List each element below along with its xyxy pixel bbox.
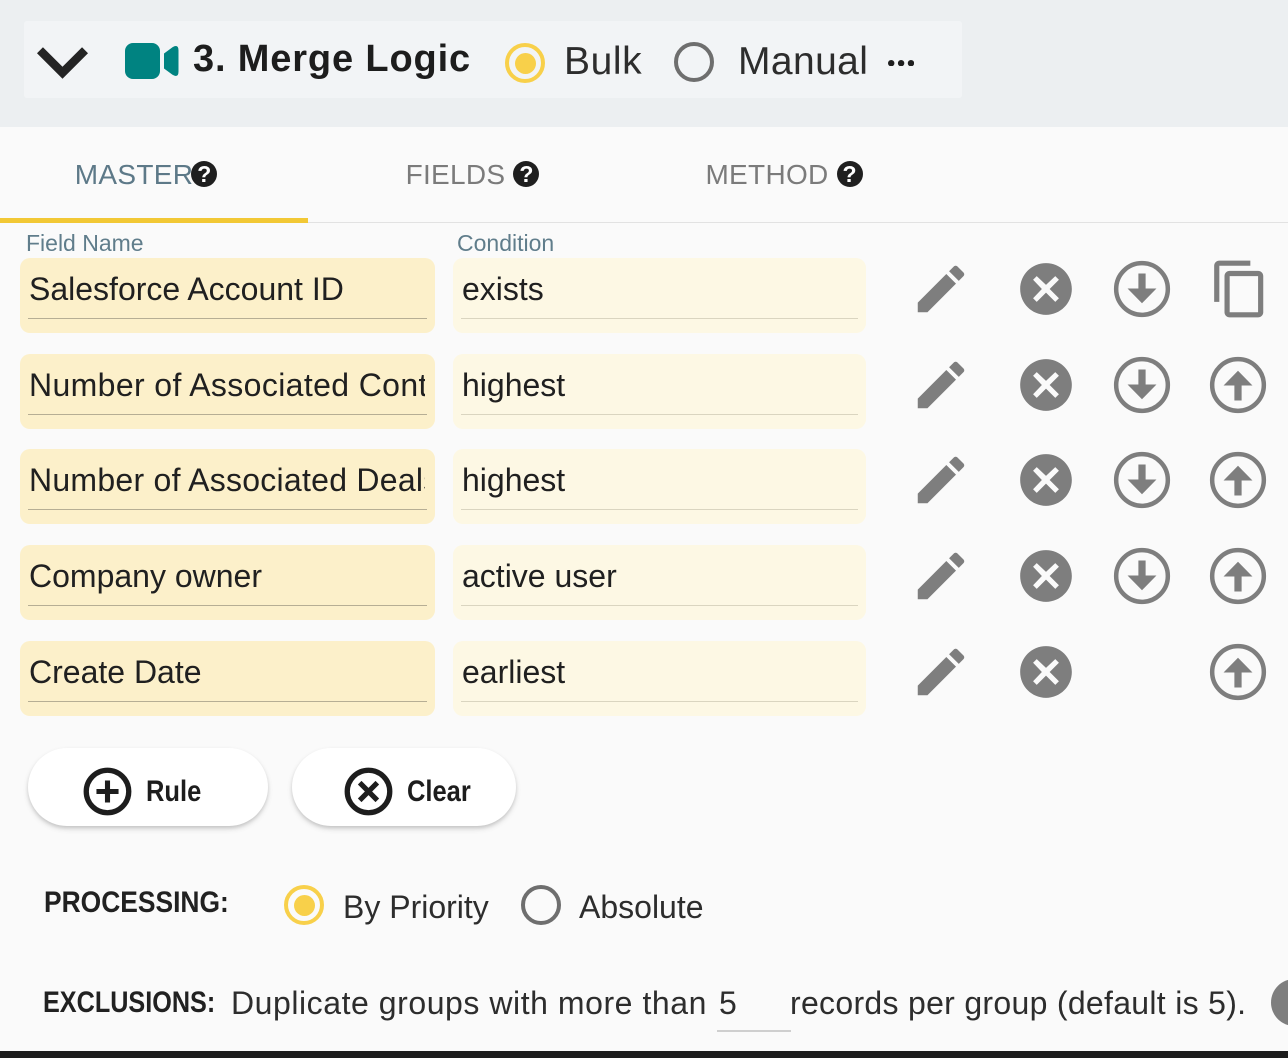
- bulk-radio-label[interactable]: Bulk: [564, 40, 642, 84]
- field-name-input[interactable]: Salesforce Account ID: [20, 258, 435, 333]
- field-name-value: Number of Associated Contacts: [29, 367, 425, 404]
- condition-value: highest: [462, 462, 856, 499]
- by-priority-label[interactable]: By Priority: [343, 887, 489, 928]
- remove-rule-icon[interactable]: [1015, 354, 1077, 416]
- exclusions-input-underline: [717, 1030, 791, 1032]
- field-name-input[interactable]: Create Date: [20, 641, 435, 716]
- condition-input[interactable]: active user: [453, 545, 866, 620]
- active-tab-underline: [0, 218, 308, 223]
- x-circle-icon: [343, 766, 394, 817]
- exclusions-help-icon[interactable]: [1271, 979, 1288, 1026]
- processing-label: PROCESSING:: [44, 886, 229, 920]
- move-rule-down-icon[interactable]: [1111, 545, 1173, 607]
- video-tutorial-icon[interactable]: [125, 43, 179, 79]
- remove-rule-icon[interactable]: [1015, 258, 1077, 320]
- remove-rule-icon[interactable]: [1015, 449, 1077, 511]
- add-rule-label: Rule: [146, 775, 201, 809]
- clear-rules-button[interactable]: Clear: [292, 748, 516, 826]
- condition-value: earliest: [462, 654, 856, 691]
- rule-row: Number of Associated Deals highest: [0, 449, 1288, 524]
- exclusions-count-value: 5: [717, 985, 791, 1022]
- move-rule-down-icon[interactable]: [1111, 258, 1173, 320]
- edit-rule-icon[interactable]: [910, 354, 972, 416]
- manual-radio[interactable]: [674, 42, 714, 82]
- next-section-divider: [0, 1051, 1288, 1058]
- edit-rule-icon[interactable]: [910, 258, 972, 320]
- edit-rule-icon[interactable]: [910, 641, 972, 703]
- condition-value: active user: [462, 558, 856, 595]
- collapse-chevron-icon[interactable]: [37, 47, 88, 79]
- add-rule-button[interactable]: Rule: [28, 748, 268, 826]
- field-name-input[interactable]: Number of Associated Deals: [20, 449, 435, 524]
- remove-rule-icon[interactable]: [1015, 545, 1077, 607]
- condition-input[interactable]: highest: [453, 354, 866, 429]
- edit-rule-icon[interactable]: [910, 545, 972, 607]
- column-header-condition: Condition: [457, 230, 554, 257]
- move-rule-up-icon[interactable]: [1207, 641, 1269, 703]
- remove-rule-icon[interactable]: [1015, 641, 1077, 703]
- exclusions-count-input[interactable]: 5: [717, 985, 791, 1022]
- input-underline: [28, 509, 427, 510]
- move-rule-down-icon[interactable]: [1111, 449, 1173, 511]
- manual-radio-label[interactable]: Manual: [738, 40, 868, 84]
- input-underline: [461, 605, 858, 606]
- input-underline: [461, 701, 858, 702]
- by-priority-radio[interactable]: [284, 885, 324, 925]
- condition-value: highest: [462, 367, 856, 404]
- clear-rules-label: Clear: [407, 775, 471, 809]
- exclusions-text-after: records per group (default is 5).: [790, 985, 1246, 1022]
- move-rule-up-icon[interactable]: [1207, 545, 1269, 607]
- merge-logic-panel: 3. Merge Logic Bulk Manual MASTER? FIELD…: [0, 0, 1288, 1058]
- input-underline: [461, 414, 858, 415]
- column-header-field-name: Field Name: [26, 230, 144, 257]
- absolute-label[interactable]: Absolute: [579, 887, 704, 928]
- absolute-radio[interactable]: [521, 885, 561, 925]
- duplicate-rule-icon[interactable]: [1209, 258, 1271, 320]
- rule-row: Create Date earliest: [0, 641, 1288, 716]
- input-underline: [461, 318, 858, 319]
- method-help-icon[interactable]: ?: [837, 161, 863, 187]
- field-name-value: Company owner: [29, 558, 425, 595]
- input-underline: [28, 701, 427, 702]
- more-options-icon[interactable]: [888, 60, 914, 66]
- field-name-input[interactable]: Company owner: [20, 545, 435, 620]
- field-name-value: Salesforce Account ID: [29, 271, 425, 308]
- input-underline: [28, 318, 427, 319]
- move-rule-down-icon[interactable]: [1111, 354, 1173, 416]
- tab-master-label: MASTER: [75, 159, 193, 191]
- field-name-value: Create Date: [29, 654, 425, 691]
- condition-input[interactable]: earliest: [453, 641, 866, 716]
- tab-master[interactable]: MASTER?: [0, 127, 308, 223]
- bulk-radio[interactable]: [505, 43, 545, 83]
- move-rule-up-icon[interactable]: [1207, 449, 1269, 511]
- input-underline: [28, 414, 427, 415]
- move-rule-up-icon[interactable]: [1207, 354, 1269, 416]
- tab-bar: MASTER? FIELDS? METHOD?: [0, 127, 1288, 223]
- tab-method[interactable]: METHOD?: [619, 127, 931, 223]
- exclusions-label: EXCLUSIONS:: [43, 986, 215, 1020]
- tab-fields-label: FIELDS: [406, 159, 506, 191]
- tab-fields[interactable]: FIELDS?: [308, 127, 619, 223]
- rule-row: Salesforce Account ID exists: [0, 258, 1288, 333]
- panel-title: 3. Merge Logic: [193, 37, 471, 81]
- plus-circle-icon: [82, 766, 133, 817]
- condition-input[interactable]: highest: [453, 449, 866, 524]
- exclusions-text-before: Duplicate groups with more than: [231, 985, 707, 1022]
- condition-input[interactable]: exists: [453, 258, 866, 333]
- master-help-icon[interactable]: ?: [191, 161, 217, 187]
- input-underline: [28, 605, 427, 606]
- fields-help-icon[interactable]: ?: [513, 161, 539, 187]
- edit-rule-icon[interactable]: [910, 449, 972, 511]
- rule-row: Company owner active user: [0, 545, 1288, 620]
- input-underline: [461, 509, 858, 510]
- tab-method-label: METHOD: [705, 159, 828, 191]
- field-name-value: Number of Associated Deals: [29, 462, 425, 499]
- panel-header: 3. Merge Logic Bulk Manual: [0, 0, 1288, 127]
- rule-row: Number of Associated Contacts highest: [0, 354, 1288, 429]
- field-name-input[interactable]: Number of Associated Contacts: [20, 354, 435, 429]
- condition-value: exists: [462, 271, 856, 308]
